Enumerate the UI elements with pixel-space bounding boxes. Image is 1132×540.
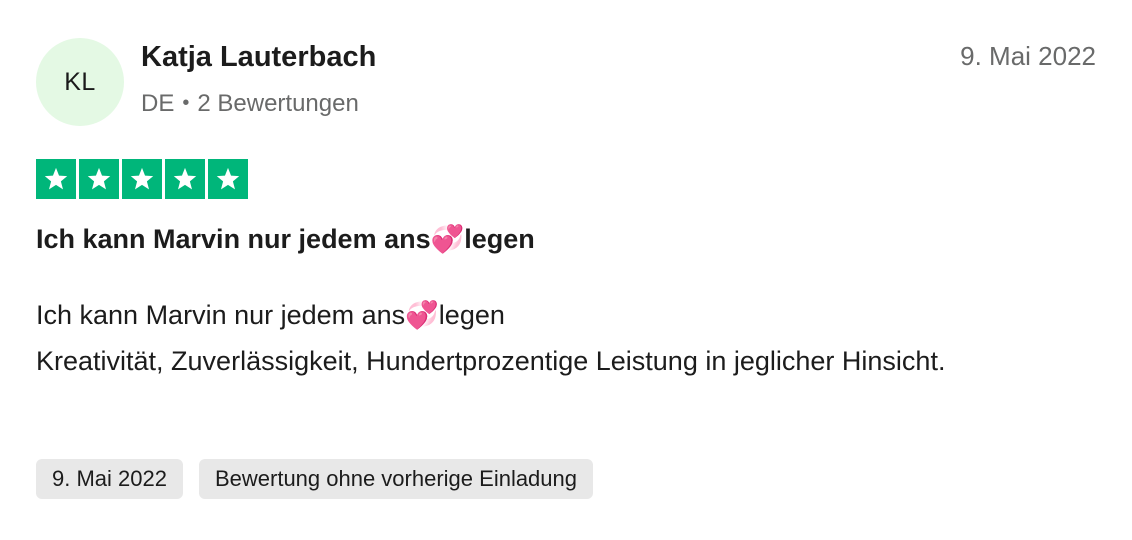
star-icon xyxy=(173,167,197,190)
author-review-count[interactable]: 2 Bewertungen xyxy=(197,90,358,118)
star-3 xyxy=(122,159,162,199)
avatar-initials: KL xyxy=(64,67,96,96)
author-meta: DE • 2 Bewertungen xyxy=(141,90,359,118)
review-body: Ich kann Marvin nur jedem ans💞legen Krea… xyxy=(36,292,1076,384)
author-country: DE xyxy=(141,90,175,117)
review-date: 9. Mai 2022 xyxy=(960,41,1096,71)
star-icon xyxy=(87,167,111,190)
review-title[interactable]: Ich kann Marvin nur jedem ans💞legen xyxy=(36,223,535,255)
avatar[interactable]: KL xyxy=(36,38,124,126)
review-tags: 9. Mai 2022 Bewertung ohne vorherige Ein… xyxy=(36,459,594,499)
date-of-experience-tag: 9. Mai 2022 xyxy=(36,459,183,499)
star-icon xyxy=(216,167,240,190)
star-2 xyxy=(79,159,119,199)
star-icon xyxy=(44,167,68,190)
star-1 xyxy=(36,159,76,199)
review-card: KL Katja Lauterbach DE • 2 Bewertungen 9… xyxy=(36,36,1096,506)
review-body-line: Ich kann Marvin nur jedem ans💞legen xyxy=(36,300,505,330)
star-5 xyxy=(208,159,248,199)
author-name[interactable]: Katja Lauterbach xyxy=(141,41,376,74)
review-body-line: Kreativität, Zuverlässigkeit, Hundertpro… xyxy=(36,346,946,376)
meta-separator: • xyxy=(182,91,190,114)
unprompted-review-tag[interactable]: Bewertung ohne vorherige Einladung xyxy=(198,459,594,499)
star-rating xyxy=(36,159,248,199)
star-4 xyxy=(165,159,205,199)
star-icon xyxy=(130,167,154,190)
